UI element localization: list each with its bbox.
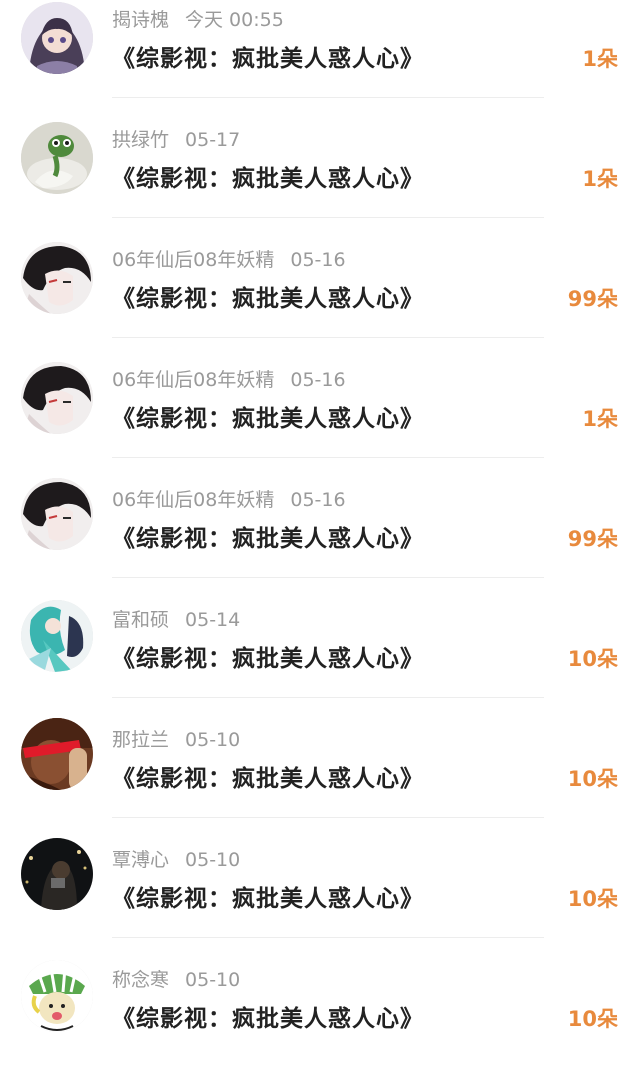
- gift-amount: 1朵: [582, 167, 618, 191]
- gift-amount: 10朵: [567, 887, 618, 911]
- book-title: 《综影视：疯批美人惑人心》: [112, 1006, 424, 1032]
- gift-row[interactable]: 06年仙后08年妖精 05-16 《综影视：疯批美人惑人心》 99朵: [0, 478, 640, 600]
- gift-row[interactable]: 覃溥心 05-10 《综影视：疯批美人惑人心》 10朵: [0, 838, 640, 960]
- gift-amount: 1朵: [582, 407, 618, 431]
- gift-amount: 10朵: [567, 1007, 618, 1031]
- gift-amount: 1朵: [582, 47, 618, 71]
- gift-row[interactable]: 那拉兰 05-10 《综影视：疯批美人惑人心》 10朵: [0, 718, 640, 840]
- timestamp: 今天 00:55: [185, 9, 284, 31]
- timestamp: 05-16: [290, 369, 346, 391]
- red-visor-figure-avatar-icon[interactable]: [21, 718, 93, 790]
- username: 那拉兰: [112, 729, 170, 751]
- gift-row[interactable]: 称念寒 05-10 《综影视：疯批美人惑人心》 10朵: [0, 960, 640, 1080]
- gift-row[interactable]: 06年仙后08年妖精 05-16 《综影视：疯批美人惑人心》 99朵: [0, 240, 640, 360]
- row-divider: [112, 217, 544, 218]
- timestamp: 05-10: [185, 969, 241, 991]
- book-title: 《综影视：疯批美人惑人心》: [112, 406, 424, 432]
- username: 覃溥心: [112, 849, 170, 871]
- book-title: 《综影视：疯批美人惑人心》: [112, 166, 424, 192]
- green-hat-cartoon-avatar-icon[interactable]: [21, 960, 93, 1032]
- row-divider: [112, 817, 544, 818]
- book-title: 《综影视：疯批美人惑人心》: [112, 646, 424, 672]
- gift-amount: 99朵: [567, 527, 618, 551]
- row-divider: [112, 97, 544, 98]
- gift-row[interactable]: 富和硕 05-14 《综影视：疯批美人惑人心》 10朵: [0, 600, 640, 720]
- dark-hair-man-avatar-icon[interactable]: [21, 362, 93, 434]
- gift-row[interactable]: 揭诗槐 今天 00:55 《综影视：疯批美人惑人心》 1朵: [0, 0, 640, 120]
- dark-hair-man-avatar-icon[interactable]: [21, 242, 93, 314]
- green-frog-avatar-icon[interactable]: [21, 122, 93, 194]
- user-meta: 覃溥心 05-10: [112, 846, 240, 874]
- username: 称念寒: [112, 969, 170, 991]
- timestamp: 05-16: [290, 249, 346, 271]
- timestamp: 05-10: [185, 729, 241, 751]
- username: 富和硕: [112, 609, 170, 631]
- timestamp: 05-16: [290, 489, 346, 511]
- row-divider: [112, 697, 544, 698]
- teal-hair-character-avatar-icon[interactable]: [21, 600, 93, 672]
- anime-girl-avatar-icon[interactable]: [21, 2, 93, 74]
- gift-list: 揭诗槐 今天 00:55 《综影视：疯批美人惑人心》 1朵 拱绿竹 05-17 《综…: [0, 0, 640, 1038]
- timestamp: 05-17: [185, 129, 241, 151]
- gift-amount: 99朵: [567, 287, 618, 311]
- user-meta: 那拉兰 05-10: [112, 726, 240, 754]
- row-divider: [112, 937, 544, 938]
- gift-row[interactable]: 拱绿竹 05-17 《综影视：疯批美人惑人心》 1朵: [0, 120, 640, 240]
- book-title: 《综影视：疯批美人惑人心》: [112, 526, 424, 552]
- username: 揭诗槐: [112, 9, 170, 31]
- user-meta: 拱绿竹 05-17: [112, 126, 240, 154]
- timestamp: 05-14: [185, 609, 241, 631]
- row-divider: [112, 457, 544, 458]
- username: 06年仙后08年妖精: [112, 489, 275, 511]
- user-meta: 06年仙后08年妖精 05-16: [112, 486, 346, 514]
- gift-amount: 10朵: [567, 647, 618, 671]
- username: 06年仙后08年妖精: [112, 249, 275, 271]
- book-title: 《综影视：疯批美人惑人心》: [112, 286, 424, 312]
- user-meta: 称念寒 05-10: [112, 966, 240, 994]
- row-divider: [112, 337, 544, 338]
- user-meta: 06年仙后08年妖精 05-16: [112, 246, 346, 274]
- user-meta: 06年仙后08年妖精 05-16: [112, 366, 346, 394]
- username: 拱绿竹: [112, 129, 170, 151]
- row-divider: [112, 577, 544, 578]
- user-meta: 揭诗槐 今天 00:55: [112, 6, 284, 34]
- night-city-avatar-icon[interactable]: [21, 838, 93, 910]
- gift-row[interactable]: 06年仙后08年妖精 05-16 《综影视：疯批美人惑人心》 1朵: [0, 360, 640, 480]
- book-title: 《综影视：疯批美人惑人心》: [112, 46, 424, 72]
- user-meta: 富和硕 05-14: [112, 606, 240, 634]
- gift-amount: 10朵: [567, 767, 618, 791]
- timestamp: 05-10: [185, 849, 241, 871]
- book-title: 《综影视：疯批美人惑人心》: [112, 766, 424, 792]
- book-title: 《综影视：疯批美人惑人心》: [112, 886, 424, 912]
- username: 06年仙后08年妖精: [112, 369, 275, 391]
- dark-hair-man-avatar-icon[interactable]: [21, 478, 93, 550]
